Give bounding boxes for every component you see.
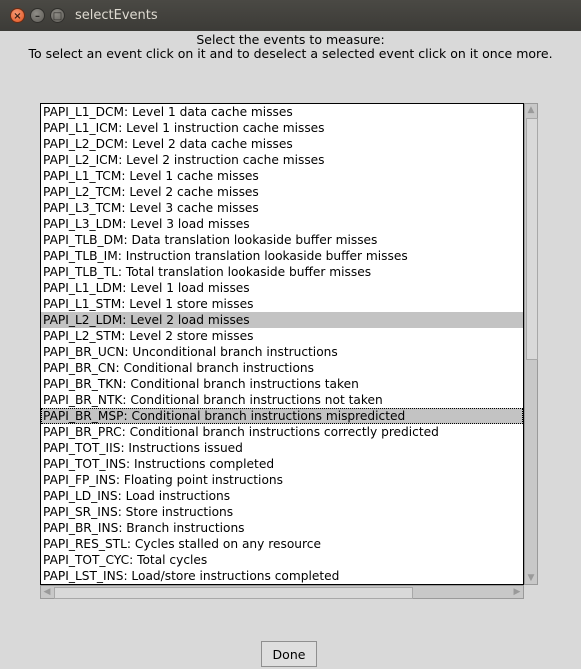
- event-list-item[interactable]: PAPI_L2_STM: Level 2 store misses: [41, 328, 523, 344]
- event-list-item[interactable]: PAPI_BR_TKN: Conditional branch instruct…: [41, 376, 523, 392]
- window-titlebar[interactable]: × – □ selectEvents: [0, 0, 581, 31]
- event-list-item[interactable]: PAPI_TOT_INS: Instructions completed: [41, 456, 523, 472]
- scroll-down-arrow-icon[interactable]: ▼: [525, 572, 537, 584]
- event-list-item[interactable]: PAPI_L1_TCM: Level 1 cache misses: [41, 168, 523, 184]
- close-window-icon[interactable]: ×: [10, 8, 25, 23]
- maximize-window-icon[interactable]: □: [50, 8, 65, 23]
- event-list-item[interactable]: PAPI_BR_INS: Branch instructions: [41, 520, 523, 536]
- vertical-scroll-thumb[interactable]: [526, 118, 538, 360]
- event-list-item[interactable]: PAPI_LST_INS: Load/store instructions co…: [41, 568, 523, 584]
- event-list-item[interactable]: PAPI_L1_ICM: Level 1 instruction cache m…: [41, 120, 523, 136]
- dialog-body: Select the events to measure: To select …: [0, 31, 581, 669]
- event-list-item[interactable]: PAPI_L2_ICM: Level 2 instruction cache m…: [41, 152, 523, 168]
- event-list-item[interactable]: PAPI_FP_INS: Floating point instructions: [41, 472, 523, 488]
- event-list-item[interactable]: PAPI_BR_NTK: Conditional branch instruct…: [41, 392, 523, 408]
- window-title: selectEvents: [75, 8, 158, 23]
- event-list-item[interactable]: PAPI_RES_STL: Cycles stalled on any reso…: [41, 536, 523, 552]
- event-list-item[interactable]: PAPI_LD_INS: Load instructions: [41, 488, 523, 504]
- event-list-item[interactable]: PAPI_BR_CN: Conditional branch instructi…: [41, 360, 523, 376]
- done-button[interactable]: Done: [261, 641, 317, 667]
- event-list-item[interactable]: PAPI_L1_STM: Level 1 store misses: [41, 296, 523, 312]
- instruction-text: To select an event click on it and to de…: [28, 46, 553, 61]
- event-list-item[interactable]: PAPI_L2_DCM: Level 2 data cache misses: [41, 136, 523, 152]
- event-list-item[interactable]: PAPI_BR_UCN: Unconditional branch instru…: [41, 344, 523, 360]
- scroll-up-arrow-icon[interactable]: ▲: [525, 104, 537, 116]
- event-list-item[interactable]: PAPI_TLB_IM: Instruction translation loo…: [41, 248, 523, 264]
- scroll-right-arrow-icon[interactable]: ▶: [511, 586, 523, 598]
- minimize-window-icon[interactable]: –: [30, 8, 45, 23]
- events-listbox[interactable]: PAPI_L1_DCM: Level 1 data cache misses PA…: [40, 103, 524, 585]
- event-list-item[interactable]: PAPI_L1_LDM: Level 1 load misses: [41, 280, 523, 296]
- event-list-item[interactable]: PAPI_L3_TCM: Level 3 cache misses: [41, 200, 523, 216]
- event-list-item[interactable]: PAPI_TLB_TL: Total translation lookaside…: [41, 264, 523, 280]
- event-list-item[interactable]: PAPI_L2_LDM: Level 2 load misses: [41, 312, 523, 328]
- vertical-scrollbar[interactable]: ▲ ▼: [524, 103, 538, 585]
- event-list-item[interactable]: PAPI_BR_MSP: Conditional branch instruct…: [41, 408, 523, 424]
- event-list-item[interactable]: PAPI_BR_PRC: Conditional branch instruct…: [41, 424, 523, 440]
- instruction-heading: Select the events to measure:: [196, 32, 385, 47]
- event-list-item[interactable]: PAPI_L3_LDM: Level 3 load misses: [41, 216, 523, 232]
- event-list-item[interactable]: PAPI_SR_INS: Store instructions: [41, 504, 523, 520]
- horizontal-scroll-thumb[interactable]: [54, 587, 413, 599]
- scroll-left-arrow-icon[interactable]: ◀: [41, 586, 53, 598]
- horizontal-scrollbar[interactable]: ◀ ▶: [40, 585, 524, 599]
- event-list-item[interactable]: PAPI_L2_TCM: Level 2 cache misses: [41, 184, 523, 200]
- event-list-item[interactable]: PAPI_TOT_IIS: Instructions issued: [41, 440, 523, 456]
- event-list-item[interactable]: PAPI_L1_DCM: Level 1 data cache misses: [41, 104, 523, 120]
- event-list-item[interactable]: PAPI_TOT_CYC: Total cycles: [41, 552, 523, 568]
- event-list-item[interactable]: PAPI_TLB_DM: Data translation lookaside …: [41, 232, 523, 248]
